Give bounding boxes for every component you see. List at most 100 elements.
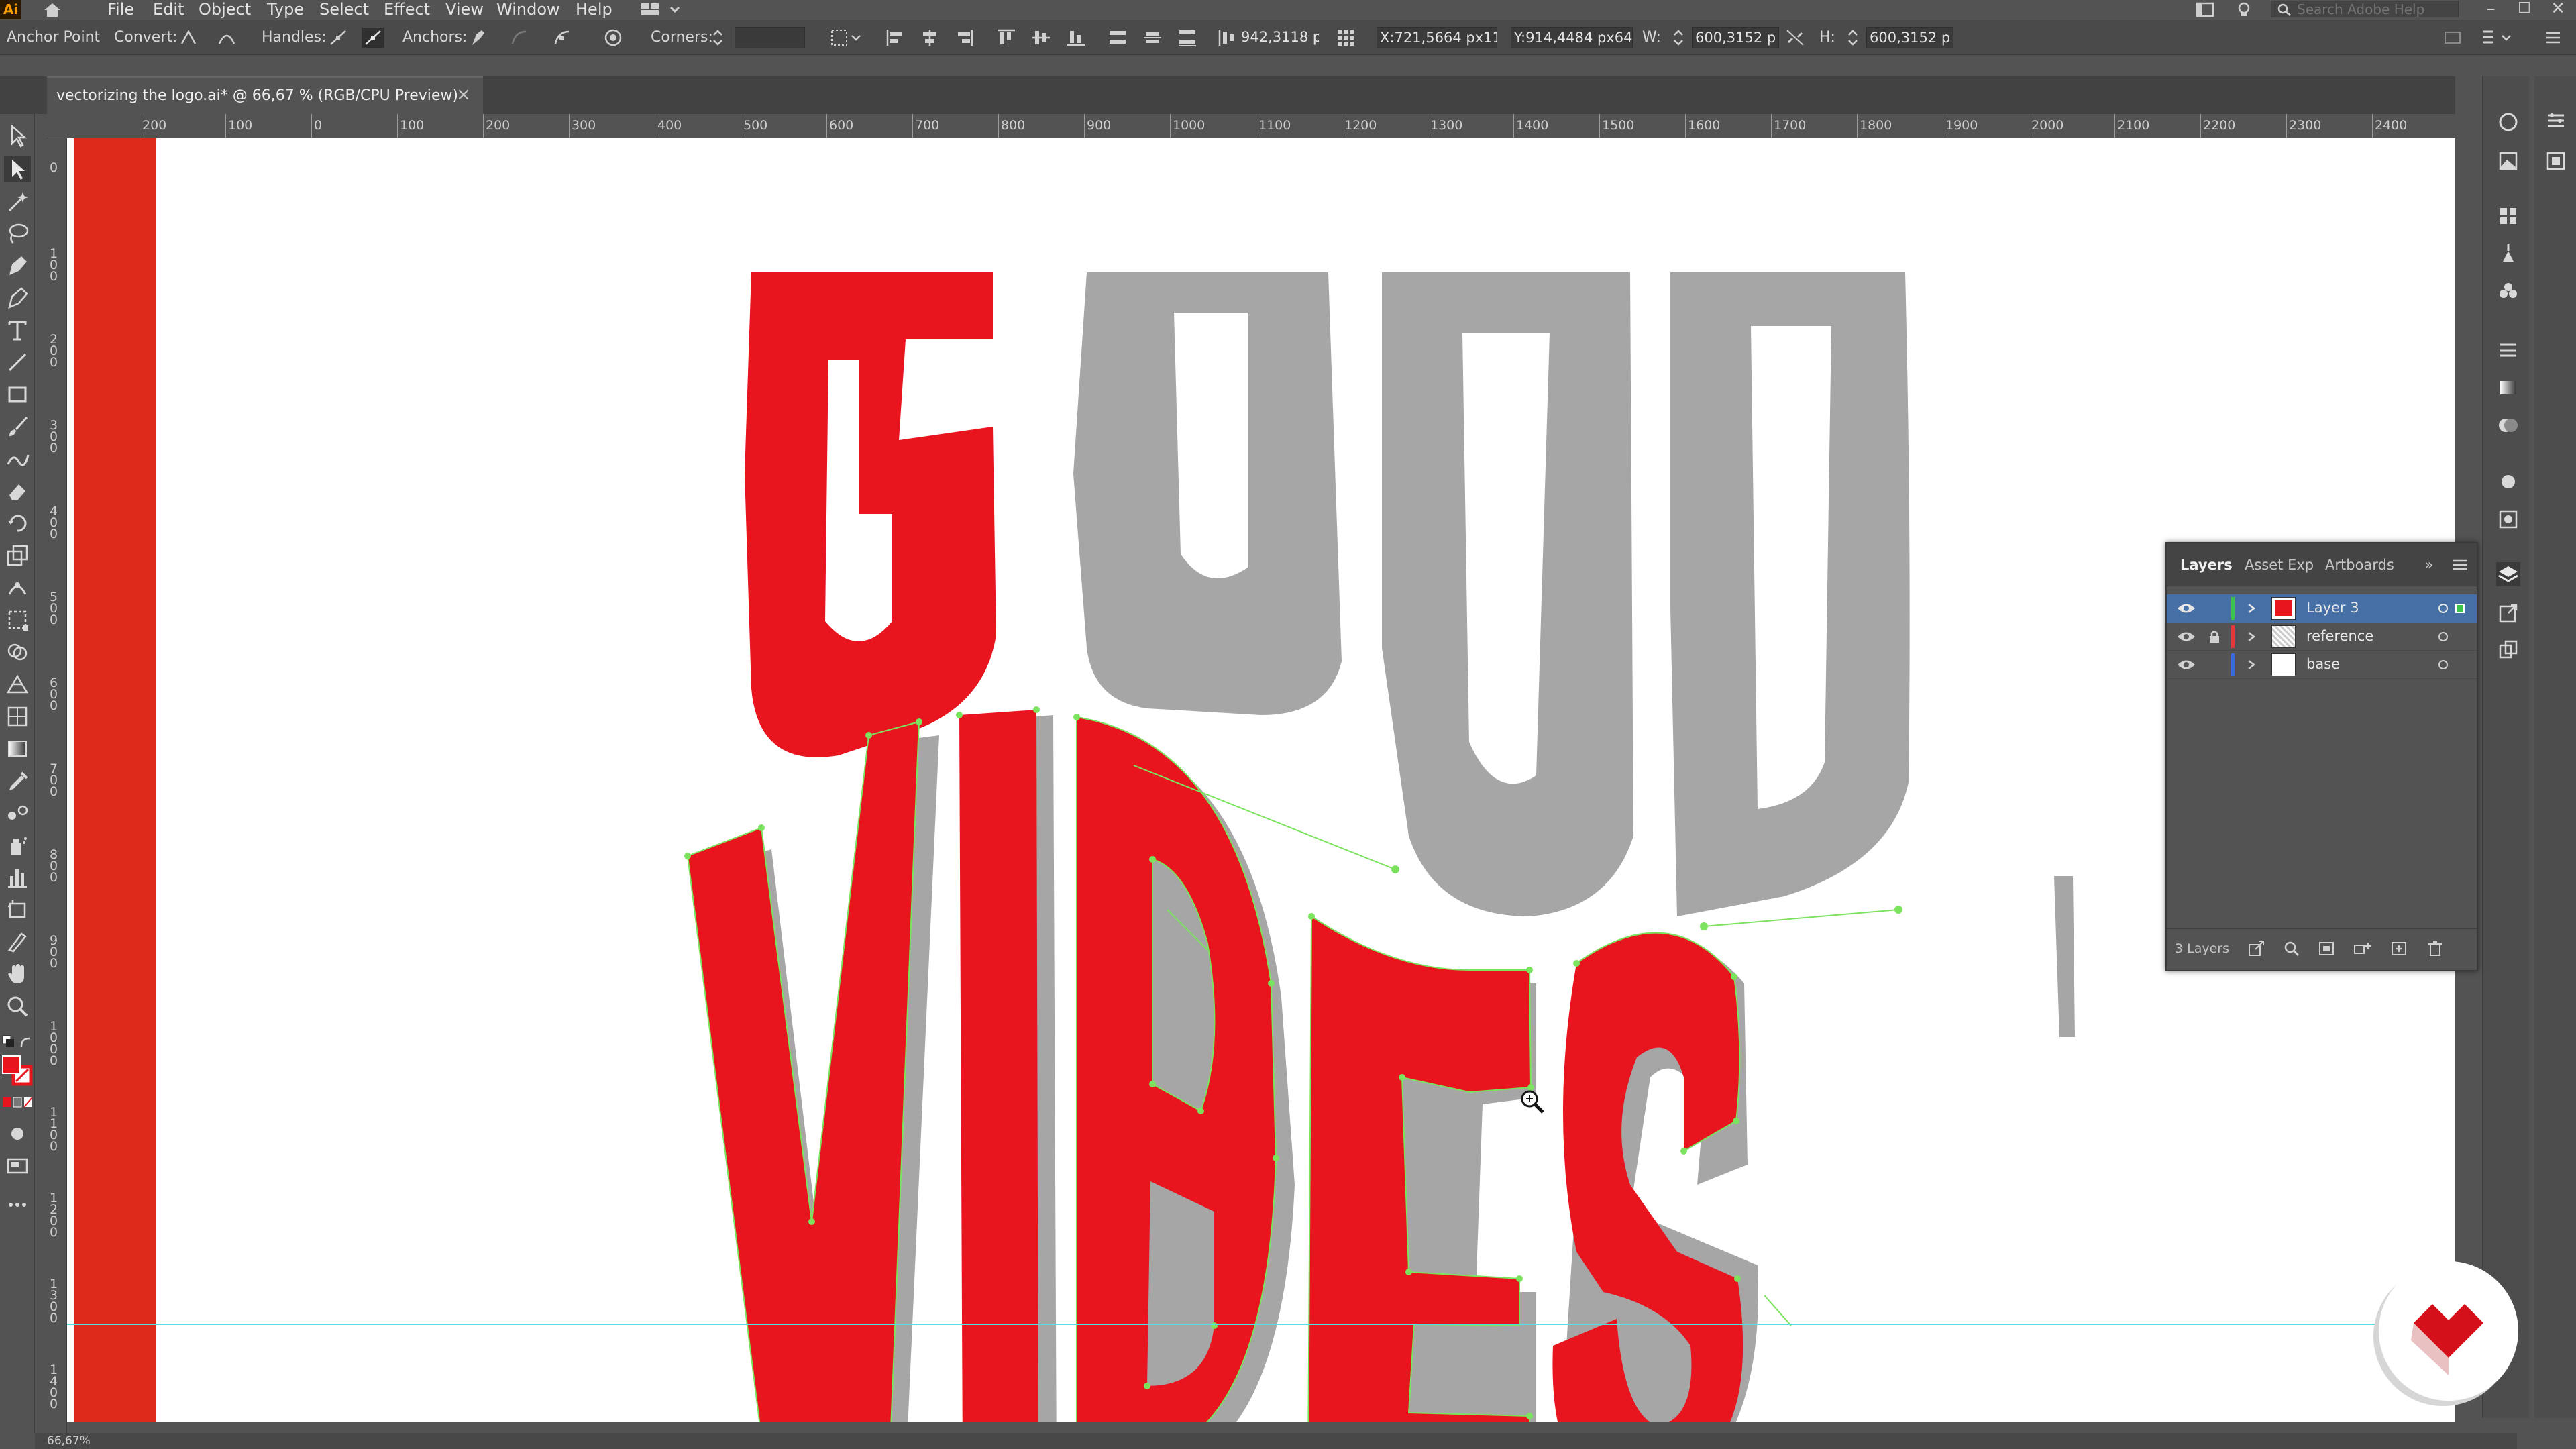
libraries-icon[interactable]: [2496, 110, 2520, 134]
lasso-tool-icon[interactable]: [4, 220, 31, 247]
direct-selection-tool-icon[interactable]: [4, 156, 31, 182]
home-icon[interactable]: [39, 1, 66, 18]
height-field[interactable]: 600,3152 p: [1866, 27, 1953, 48]
align-bottom-icon[interactable]: [1065, 28, 1087, 48]
artboards-icon[interactable]: [2496, 639, 2520, 663]
properties-icon[interactable]: [2544, 109, 2568, 133]
align-left-icon[interactable]: [884, 28, 906, 48]
color-mode-icons[interactable]: [1, 1095, 34, 1110]
create-sublayer-icon[interactable]: [2352, 940, 2373, 957]
layer-row-layer-3[interactable]: Layer 3: [2167, 594, 2477, 623]
align-to-icon[interactable]: [829, 28, 863, 48]
align-top-icon[interactable]: [996, 28, 1017, 48]
width-field[interactable]: 600,3152 p: [1692, 27, 1779, 48]
distribute-bottom-icon[interactable]: [1177, 28, 1198, 48]
gradient-panel-icon[interactable]: [2496, 376, 2520, 400]
expand-arrow-icon[interactable]: [2246, 631, 2257, 643]
pen-tool-icon[interactable]: [4, 252, 31, 279]
symbols-icon[interactable]: [2496, 279, 2520, 303]
curvature-tool-icon[interactable]: [4, 284, 31, 311]
column-graph-tool-icon[interactable]: [4, 864, 31, 891]
convert-corner-icon[interactable]: [178, 28, 199, 48]
connect-paths-icon[interactable]: [508, 28, 530, 48]
free-transform-tool-icon[interactable]: [4, 606, 31, 633]
rotate-tool-icon[interactable]: [4, 510, 31, 537]
scale-tool-icon[interactable]: [4, 542, 31, 569]
close-tab-button[interactable]: ×: [456, 85, 471, 105]
show-handles-icon[interactable]: [327, 28, 349, 48]
expand-arrow-icon[interactable]: [2246, 602, 2257, 614]
visibility-eye-icon[interactable]: [2176, 601, 2196, 616]
mesh-tool-icon[interactable]: [4, 703, 31, 730]
screen-mode-icon[interactable]: [4, 1152, 31, 1179]
panel-menu-icon[interactable]: [2451, 558, 2469, 572]
lightbulb-icon[interactable]: [2234, 1, 2254, 18]
eraser-tool-icon[interactable]: [4, 478, 31, 504]
arrange-documents-icon[interactable]: [2195, 1, 2215, 18]
convert-smooth-icon[interactable]: [216, 28, 237, 48]
menu-help[interactable]: Help: [576, 0, 612, 19]
menu-file[interactable]: File: [107, 0, 134, 19]
reference-point-icon[interactable]: [1335, 28, 1356, 48]
workspace-switcher-icon[interactable]: [639, 1, 686, 17]
corners-stepper-icon[interactable]: [711, 28, 724, 48]
symbol-sprayer-tool-icon[interactable]: [4, 832, 31, 859]
close-window-button[interactable]: ✕: [2542, 0, 2573, 19]
slice-tool-icon[interactable]: [4, 928, 31, 955]
perspective-grid-tool-icon[interactable]: [4, 671, 31, 698]
menu-view[interactable]: View: [445, 0, 484, 19]
locate-object-icon[interactable]: [2282, 940, 2301, 957]
y-position-field[interactable]: Y:914,4484 px64 p: [1511, 27, 1633, 48]
align-right-icon[interactable]: [954, 28, 975, 48]
shape-builder-tool-icon[interactable]: [4, 639, 31, 665]
panel-collapse-icon[interactable]: [2442, 28, 2463, 48]
canvas[interactable]: [67, 138, 2455, 1422]
document-tab[interactable]: vectorizing the logo.ai* @ 66,67 % (RGB/…: [47, 76, 483, 114]
distribute-horizontal-icon[interactable]: [1217, 28, 1238, 48]
make-clipping-mask-icon[interactable]: [2317, 940, 2336, 957]
artwork[interactable]: [67, 138, 2455, 1422]
reference-width-value[interactable]: 942,3118 p: [1238, 27, 1319, 48]
brushes-icon[interactable]: [2496, 241, 2520, 266]
drawing-modes-icon[interactable]: [4, 1120, 31, 1147]
control-menu-icon[interactable]: [2542, 28, 2564, 48]
lock-icon[interactable]: [2207, 629, 2222, 644]
selection-indicator[interactable]: [2455, 604, 2465, 613]
minimize-button[interactable]: –: [2475, 0, 2506, 19]
create-new-layer-icon[interactable]: [2390, 940, 2408, 957]
stroke-icon[interactable]: [2496, 338, 2520, 362]
tab-asset-export[interactable]: Asset Expo: [2245, 557, 2314, 573]
align-center-icon[interactable]: [919, 28, 941, 48]
visibility-eye-icon[interactable]: [2176, 629, 2196, 644]
search-input[interactable]: [2297, 1, 2458, 17]
vector-letter-i[interactable]: [959, 710, 1038, 1422]
rectangle-tool-icon[interactable]: [4, 381, 31, 408]
edit-toolbar-icon[interactable]: [4, 1191, 31, 1218]
zoom-level-field[interactable]: 66,67%: [47, 1434, 134, 1448]
collapse-panel-icon[interactable]: »: [2424, 557, 2433, 574]
target-circle-icon[interactable]: [2436, 630, 2450, 643]
isolate-icon[interactable]: [602, 28, 624, 48]
swatches-icon[interactable]: [2496, 204, 2520, 228]
appearance-icon[interactable]: [2496, 470, 2520, 494]
fill-stroke-swatch[interactable]: [1, 1053, 34, 1092]
distribute-top-icon[interactable]: [1107, 28, 1128, 48]
hide-handles-icon[interactable]: [362, 28, 384, 48]
menu-object[interactable]: Object: [199, 0, 251, 19]
eyedropper-tool-icon[interactable]: [4, 767, 31, 794]
shaper-tool-icon[interactable]: [4, 445, 31, 472]
arrange-menu-icon[interactable]: [2479, 28, 2517, 48]
layers-panel[interactable]: Layers Asset Expo Artboards » Layer 3 re…: [2165, 542, 2478, 971]
image-trace-icon[interactable]: [2496, 149, 2520, 173]
width-stepper-icon[interactable]: [1672, 28, 1685, 48]
transparency-icon[interactable]: [2496, 413, 2520, 437]
collect-for-export-icon[interactable]: [2247, 940, 2266, 957]
layer-name[interactable]: Layer 3: [2306, 600, 2359, 616]
maximize-button[interactable]: ☐: [2509, 0, 2540, 19]
horizontal-ruler[interactable]: 200 100 0 100 200 300 400 500 600 700 800 900 1000 11…: [47, 114, 2455, 138]
warp-tool-icon[interactable]: [4, 574, 31, 601]
constrain-proportions-icon[interactable]: [1784, 28, 1806, 48]
tab-layers[interactable]: Layers: [2180, 557, 2233, 573]
layers-panel-icon[interactable]: [2496, 562, 2520, 586]
layer-row-base[interactable]: base: [2167, 651, 2477, 679]
